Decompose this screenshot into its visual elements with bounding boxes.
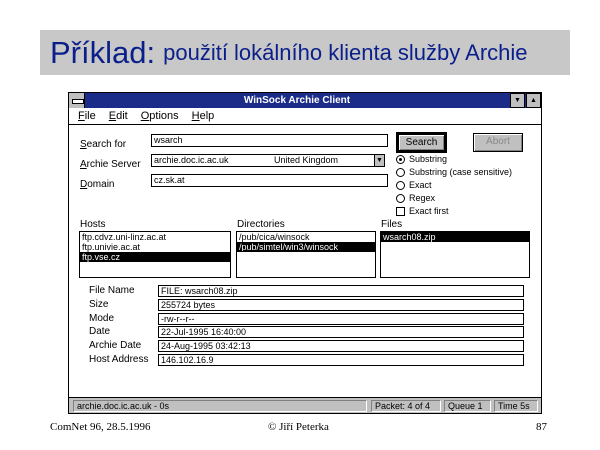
size-value: 255724 bytes bbox=[158, 299, 524, 311]
host-address-value: 146.102.16.9 bbox=[158, 354, 524, 366]
maximize-button[interactable]: ▲ bbox=[526, 93, 541, 108]
archie-server-select[interactable]: archie.doc.ic.ac.uk United Kingdom bbox=[151, 154, 376, 167]
abort-button[interactable]: Abort bbox=[473, 133, 523, 152]
option-regex-label: Regex bbox=[409, 193, 436, 203]
search-for-label: Search for bbox=[80, 139, 127, 150]
option-exact-first[interactable]: Exact first bbox=[396, 206, 449, 216]
option-substring[interactable]: Substring bbox=[396, 154, 447, 164]
slide-title-sub: použití lokálního klienta služby Archie bbox=[163, 39, 528, 65]
radio-icon bbox=[396, 180, 405, 190]
menu-bar: File Edit Options Help bbox=[69, 108, 541, 125]
archie-server-label: Archie Server bbox=[80, 159, 141, 170]
mode-label: Mode bbox=[89, 313, 115, 324]
search-button[interactable]: Search bbox=[396, 132, 447, 153]
footer-left: ComNet 96, 28.5.1996 bbox=[50, 421, 151, 433]
footer-right: 87 bbox=[536, 421, 547, 433]
domain-input[interactable]: cz.sk.at bbox=[151, 174, 388, 187]
slide-title: Příklad: použití lokálního klienta služb… bbox=[40, 30, 570, 75]
list-item[interactable]: wsarch08.zip bbox=[381, 232, 529, 242]
status-server: archie.doc.ic.ac.uk - 0s bbox=[73, 400, 367, 412]
option-exact[interactable]: Exact bbox=[396, 180, 432, 190]
radio-icon bbox=[396, 167, 405, 177]
archie-date-label: Archie Date bbox=[89, 340, 142, 351]
domain-label: Domain bbox=[80, 179, 115, 190]
host-address-label: Host Address bbox=[89, 354, 149, 365]
menu-file[interactable]: File bbox=[78, 110, 96, 122]
list-item[interactable]: ftp.univie.ac.at bbox=[80, 242, 230, 252]
option-exact-first-label: Exact first bbox=[409, 206, 449, 216]
hosts-label: Hosts bbox=[80, 219, 106, 230]
list-item[interactable]: /pub/simtel/win3/winsock bbox=[237, 242, 375, 252]
minimize-button[interactable]: ▼ bbox=[510, 93, 525, 108]
hosts-list[interactable]: ftp.cdvz.uni-linz.ac.at ftp.univie.ac.at… bbox=[79, 231, 231, 278]
files-list[interactable]: wsarch08.zip bbox=[380, 231, 530, 278]
system-menu-icon[interactable] bbox=[69, 93, 85, 108]
radio-selected-icon bbox=[396, 154, 405, 164]
status-time: Time 5s bbox=[494, 400, 538, 412]
archie-server-country: United Kingdom bbox=[274, 155, 339, 165]
list-item[interactable]: /pub/cica/winsock bbox=[237, 232, 375, 242]
menu-help[interactable]: Help bbox=[192, 110, 215, 122]
file-name-label: File Name bbox=[89, 285, 135, 296]
option-regex[interactable]: Regex bbox=[396, 193, 435, 203]
size-label: Size bbox=[89, 299, 109, 310]
radio-icon bbox=[396, 193, 405, 203]
option-exact-label: Exact bbox=[409, 180, 432, 190]
app-window: WinSock Archie Client ▼ ▲ File Edit Opti… bbox=[68, 92, 542, 414]
archie-server-value: archie.doc.ic.ac.uk bbox=[154, 155, 229, 165]
directories-list[interactable]: /pub/cica/winsock /pub/simtel/win3/winso… bbox=[236, 231, 376, 278]
search-for-input[interactable]: wsarch bbox=[151, 134, 388, 147]
option-substring-label: Substring bbox=[409, 154, 448, 164]
checkbox-icon bbox=[396, 206, 405, 216]
window-title: WinSock Archie Client bbox=[243, 95, 351, 106]
directories-label: Directories bbox=[237, 219, 285, 230]
archie-server-dropdown-icon[interactable]: ▼ bbox=[374, 154, 385, 167]
menu-options[interactable]: Options bbox=[141, 110, 179, 122]
mode-value: -rw-r--r-- bbox=[158, 313, 524, 325]
slide-title-main: Příklad: bbox=[50, 34, 156, 70]
status-bar: archie.doc.ic.ac.uk - 0s Packet: 4 of 4 … bbox=[69, 397, 541, 413]
status-queue: Queue 1 bbox=[444, 400, 491, 412]
option-substring-case[interactable]: Substring (case sensitive) bbox=[396, 167, 512, 177]
menu-edit[interactable]: Edit bbox=[109, 110, 128, 122]
option-substring-case-label: Substring (case sensitive) bbox=[409, 167, 513, 177]
date-label: Date bbox=[89, 326, 111, 337]
files-label: Files bbox=[381, 219, 403, 230]
date-value: 22-Jul-1995 16:40:00 bbox=[158, 326, 524, 338]
footer-center: © Jiří Peterka bbox=[268, 421, 329, 433]
file-name-value: FILE: wsarch08.zip bbox=[158, 285, 524, 297]
archie-date-value: 24-Aug-1995 03:42:13 bbox=[158, 340, 524, 352]
list-item[interactable]: ftp.vse.cz bbox=[80, 252, 230, 262]
title-bar: WinSock Archie Client ▼ ▲ bbox=[69, 93, 541, 108]
status-packets: Packet: 4 of 4 bbox=[371, 400, 441, 412]
list-item[interactable]: ftp.cdvz.uni-linz.ac.at bbox=[80, 232, 230, 242]
